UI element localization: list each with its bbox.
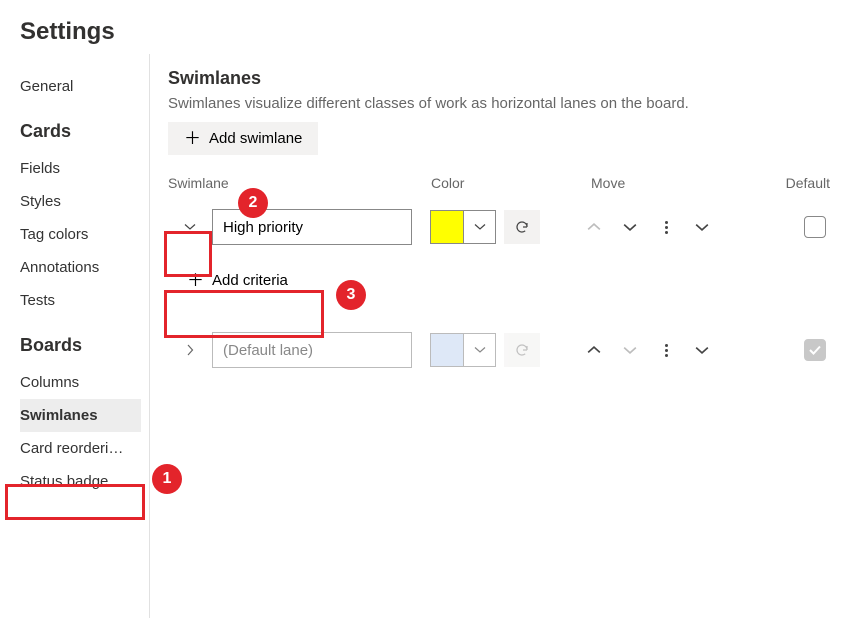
- add-swimlane-button[interactable]: ＋ Add swimlane: [168, 122, 318, 155]
- swimlane-row: [168, 332, 834, 368]
- refresh-icon: [514, 342, 530, 358]
- ellipsis-icon: [665, 344, 668, 357]
- more-dropdown-button[interactable]: [688, 213, 716, 241]
- header-move: Move: [591, 175, 776, 191]
- sidebar-item-tests[interactable]: Tests: [20, 284, 141, 317]
- default-checkbox[interactable]: [804, 216, 826, 238]
- columns-header: Swimlane Color Move Default: [168, 175, 834, 191]
- settings-sidebar: General Cards Fields Styles Tag colors A…: [0, 54, 150, 618]
- chevron-down-icon: [184, 221, 196, 233]
- plus-icon: ＋: [184, 130, 201, 147]
- color-swatch[interactable]: [430, 333, 464, 367]
- chevron-right-icon: [184, 344, 196, 356]
- sidebar-item-card-reordering[interactable]: Card reorderi…: [20, 432, 141, 465]
- color-dropdown[interactable]: [464, 210, 496, 244]
- check-icon: [808, 343, 822, 357]
- page-title: Settings: [0, 0, 854, 54]
- sidebar-item-status-badge[interactable]: Status badge: [20, 465, 141, 498]
- swimlane-name-input[interactable]: [212, 332, 412, 368]
- ellipsis-icon: [665, 221, 668, 234]
- header-color: Color: [431, 175, 591, 191]
- move-up-button[interactable]: [580, 213, 608, 241]
- add-swimlane-label: Add swimlane: [209, 130, 302, 147]
- plus-icon: ＋: [187, 272, 204, 289]
- expand-button[interactable]: [168, 332, 212, 368]
- reset-color-button[interactable]: [504, 210, 540, 244]
- chevron-down-icon: [474, 344, 486, 356]
- move-down-button[interactable]: [616, 336, 644, 364]
- sidebar-item-styles[interactable]: Styles: [20, 185, 141, 218]
- reset-color-button: [504, 333, 540, 367]
- header-default: Default: [776, 175, 834, 191]
- more-options-button[interactable]: [652, 213, 680, 241]
- more-options-button[interactable]: [652, 336, 680, 364]
- default-checkbox[interactable]: [804, 339, 826, 361]
- add-criteria-label: Add criteria: [212, 272, 288, 289]
- refresh-icon: [514, 219, 530, 235]
- add-criteria-button[interactable]: ＋ Add criteria: [168, 263, 307, 298]
- chevron-up-icon: [587, 343, 601, 357]
- sidebar-item-annotations[interactable]: Annotations: [20, 251, 141, 284]
- sidebar-item-tag-colors[interactable]: Tag colors: [20, 218, 141, 251]
- chevron-down-icon: [695, 220, 709, 234]
- more-dropdown-button[interactable]: [688, 336, 716, 364]
- chevron-down-icon: [695, 343, 709, 357]
- expand-button[interactable]: [168, 209, 212, 245]
- swimlane-name-input[interactable]: [212, 209, 412, 245]
- sidebar-item-columns[interactable]: Columns: [20, 366, 141, 399]
- header-swimlane: Swimlane: [168, 175, 431, 191]
- chevron-down-icon: [474, 221, 486, 233]
- color-swatch[interactable]: [430, 210, 464, 244]
- move-up-button[interactable]: [580, 336, 608, 364]
- move-down-button[interactable]: [616, 213, 644, 241]
- main-panel: Swimlanes Swimlanes visualize different …: [150, 54, 854, 618]
- sidebar-item-general[interactable]: General: [20, 70, 141, 103]
- chevron-up-icon: [587, 220, 601, 234]
- section-title: Swimlanes: [168, 68, 834, 89]
- chevron-down-icon: [623, 343, 637, 357]
- sidebar-item-fields[interactable]: Fields: [20, 152, 141, 185]
- section-desc: Swimlanes visualize different classes of…: [168, 95, 834, 112]
- swimlane-row: [168, 209, 834, 245]
- color-dropdown[interactable]: [464, 333, 496, 367]
- chevron-down-icon: [623, 220, 637, 234]
- sidebar-item-swimlanes[interactable]: Swimlanes: [20, 399, 141, 432]
- sidebar-group-cards: Cards: [20, 121, 141, 142]
- sidebar-group-boards: Boards: [20, 335, 141, 356]
